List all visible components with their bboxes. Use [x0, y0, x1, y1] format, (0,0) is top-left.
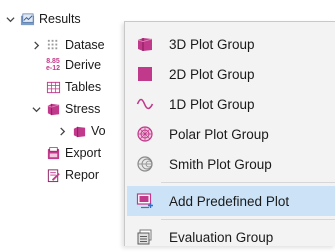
chevron-down-icon[interactable] — [4, 8, 16, 30]
tree-node-datasets[interactable]: Datase — [30, 34, 105, 56]
tree-node-export[interactable]: Export — [42, 142, 101, 164]
evaluation-group-icon — [131, 228, 159, 246]
menu-item-label: 2D Plot Group — [169, 66, 255, 82]
export-icon — [45, 145, 61, 161]
context-menu: 3D Plot Group 2D Plot Group 1D Plot Grou… — [124, 21, 335, 246]
datasets-icon — [45, 37, 61, 53]
menu-item-polar-plot-group[interactable]: Polar Plot Group — [127, 119, 335, 149]
chevron-down-icon[interactable] — [30, 98, 42, 120]
menu-item-label: Smith Plot Group — [169, 156, 272, 172]
results-folder-icon — [19, 11, 35, 27]
polar-plot-group-icon — [131, 125, 159, 143]
menu-item-evaluation-group[interactable]: Evaluation Group — [127, 222, 335, 252]
tree-label: Stress — [65, 102, 101, 116]
tree-node-reports[interactable]: Repor — [42, 164, 99, 186]
tree-label: Export — [65, 146, 102, 160]
menu-item-add-predefined-plot[interactable]: Add Predefined Plot — [127, 186, 335, 216]
table-icon — [45, 79, 61, 95]
menu-item-label: 3D Plot Group — [169, 36, 255, 52]
smith-plot-group-icon — [131, 155, 159, 173]
menu-item-1d-plot-group[interactable]: 1D Plot Group — [127, 89, 335, 119]
chevron-right-icon[interactable] — [56, 120, 68, 142]
menu-separator — [161, 182, 335, 183]
tree-label: Derive — [65, 58, 102, 72]
tree-node-tables[interactable]: Tables — [42, 76, 101, 98]
menu-item-2d-plot-group[interactable]: 2D Plot Group — [127, 59, 335, 89]
menu-item-label: Add Predefined Plot — [169, 193, 290, 209]
tree-label: Vo — [91, 124, 106, 138]
plot-group-icon — [45, 101, 61, 117]
tree-label: Repor — [65, 168, 100, 182]
tree-label: Results — [39, 12, 81, 26]
add-predefined-plot-icon — [131, 192, 159, 210]
tree-node-volume[interactable]: Vo — [56, 120, 106, 142]
1d-plot-group-icon — [131, 95, 159, 113]
derived-values-icon: 8.85 e-12 — [45, 58, 60, 72]
tree-node-derived-values[interactable]: 8.85 e-12 Derive — [42, 54, 101, 76]
2d-plot-group-icon — [131, 65, 159, 83]
menu-item-label: Evaluation Group — [169, 229, 274, 245]
menu-separator — [161, 219, 335, 220]
report-icon — [45, 167, 61, 183]
3d-plot-group-icon — [131, 35, 159, 53]
tree-label: Datase — [65, 38, 105, 52]
volume-plot-icon — [71, 123, 87, 139]
model-tree: Results Datase 8.85 e-12 Derive Tables S… — [0, 0, 140, 245]
tree-label: Tables — [65, 80, 102, 94]
menu-item-smith-plot-group[interactable]: Smith Plot Group — [127, 149, 335, 179]
tree-node-results[interactable]: Results — [4, 8, 81, 30]
menu-item-3d-plot-group[interactable]: 3D Plot Group — [127, 29, 335, 59]
menu-item-label: 1D Plot Group — [169, 96, 255, 112]
tree-node-stress[interactable]: Stress — [30, 98, 100, 120]
menu-item-label: Polar Plot Group — [169, 126, 269, 142]
chevron-right-icon[interactable] — [30, 34, 42, 56]
